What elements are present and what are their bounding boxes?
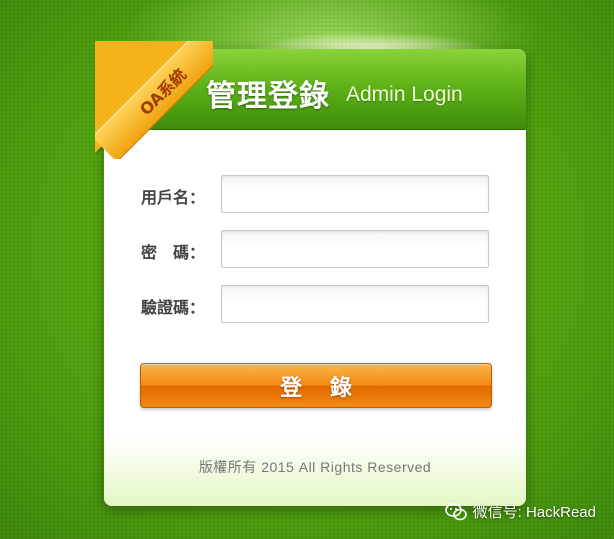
watermark: 微信号: HackRead: [444, 501, 596, 522]
password-label: 密 碼：: [141, 243, 206, 262]
username-label: 用戶名：: [141, 188, 206, 207]
watermark-text: 微信号: HackRead: [472, 504, 596, 521]
username-input[interactable]: [221, 175, 489, 213]
page-subtitle: Admin Login: [346, 83, 463, 106]
page-title: 管理登錄: [206, 79, 330, 114]
copyright-text: 版權所有 2015 All Rights Reserved: [198, 459, 432, 475]
captcha-input[interactable]: [221, 285, 489, 323]
login-button[interactable]: 登 錄: [140, 363, 492, 408]
oa-ribbon: OA系統: [95, 41, 213, 159]
wechat-icon: [444, 502, 467, 520]
password-input[interactable]: [221, 230, 489, 268]
captcha-label: 驗證碼：: [141, 298, 206, 317]
